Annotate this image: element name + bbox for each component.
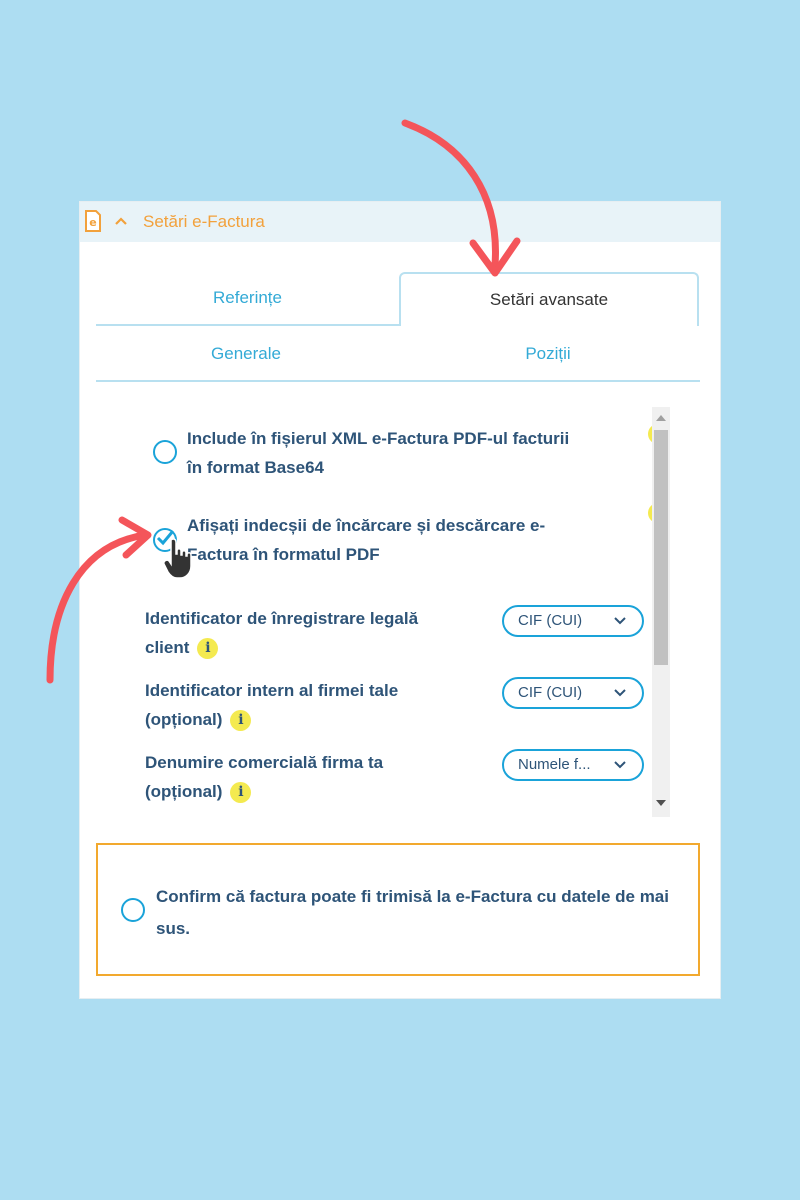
scroll-down-arrow-icon[interactable] [656,799,666,807]
scroll-up-arrow-icon[interactable] [656,414,666,422]
option-show-indexes-line1: Afișați indecșii de încărcare și descărc… [187,516,546,535]
field-client-id-line2: client [145,638,190,657]
efactura-settings-panel: e Setări e-Factura Referințe Setări avan… [80,202,720,998]
option-show-indexes-line2: Factura în formatul PDF [187,545,380,564]
sub-tabs: Generale Poziții [96,328,700,382]
client-id-select[interactable]: CIF (CUI) [502,605,644,637]
field-client-id-line1: Identificator de înregistrare legală [145,609,419,628]
option-pdf-base64-radio[interactable] [153,440,177,464]
trade-name-select[interactable]: Numele f... [502,749,644,781]
chevron-up-icon[interactable] [114,214,128,228]
tab-pozitii[interactable]: Poziții [396,328,700,380]
option-show-indexes-label: Afișați indecșii de încărcare și descărc… [187,511,545,569]
confirm-radio[interactable] [121,898,145,922]
scrollbar-thumb[interactable] [654,430,668,665]
chevron-down-icon [614,689,626,697]
option-pdf-base64-line1: Include în fișierul XML e-Factura PDF-ul… [187,429,570,448]
tab-generale[interactable]: Generale [96,328,396,380]
info-icon[interactable]: i [197,638,219,660]
panel-header[interactable]: e Setări e-Factura [80,202,720,242]
tab-referinte[interactable]: Referințe [96,272,399,326]
field-trade-name-label: Denumire comercială firma ta (opțional) i [145,748,383,806]
option-pdf-base64-line2: în format Base64 [187,458,324,477]
internal-id-select[interactable]: CIF (CUI) [502,677,644,709]
hand-pointer-cursor-icon [163,538,192,579]
field-internal-id-label: Identificator intern al firmei tale (opț… [145,676,398,734]
tab-setari-avansate[interactable]: Setări avansate [399,272,699,326]
internal-id-select-value: CIF (CUI) [518,684,583,701]
chevron-down-icon [614,761,626,769]
trade-name-select-value: Numele f... [518,756,591,773]
settings-scroll-area[interactable]: Include în fișierul XML e-Factura PDF-ul… [80,407,720,817]
field-client-id-label: Identificator de înregistrare legală cli… [145,604,418,662]
chevron-down-icon [614,617,626,625]
info-icon[interactable]: i [230,710,252,732]
field-internal-id-line1: Identificator intern al firmei tale [145,681,399,700]
svg-text:e: e [89,216,96,229]
field-trade-name-line1: Denumire comercială firma ta [145,753,384,772]
confirm-box: Confirm că factura poate fi trimisă la e… [96,843,700,976]
field-internal-id-line2: (opțional) [145,710,223,729]
field-trade-name-line2: (opțional) [145,782,223,801]
panel-title: Setări e-Factura [143,212,265,231]
document-e-icon: e [85,210,101,232]
main-tabs: Referințe Setări avansate [96,272,699,326]
option-pdf-base64-label: Include în fișierul XML e-Factura PDF-ul… [187,424,569,482]
info-icon[interactable]: i [230,782,252,804]
client-id-select-value: CIF (CUI) [518,612,583,629]
confirm-text: Confirm că factura poate fi trimisă la e… [156,887,669,938]
